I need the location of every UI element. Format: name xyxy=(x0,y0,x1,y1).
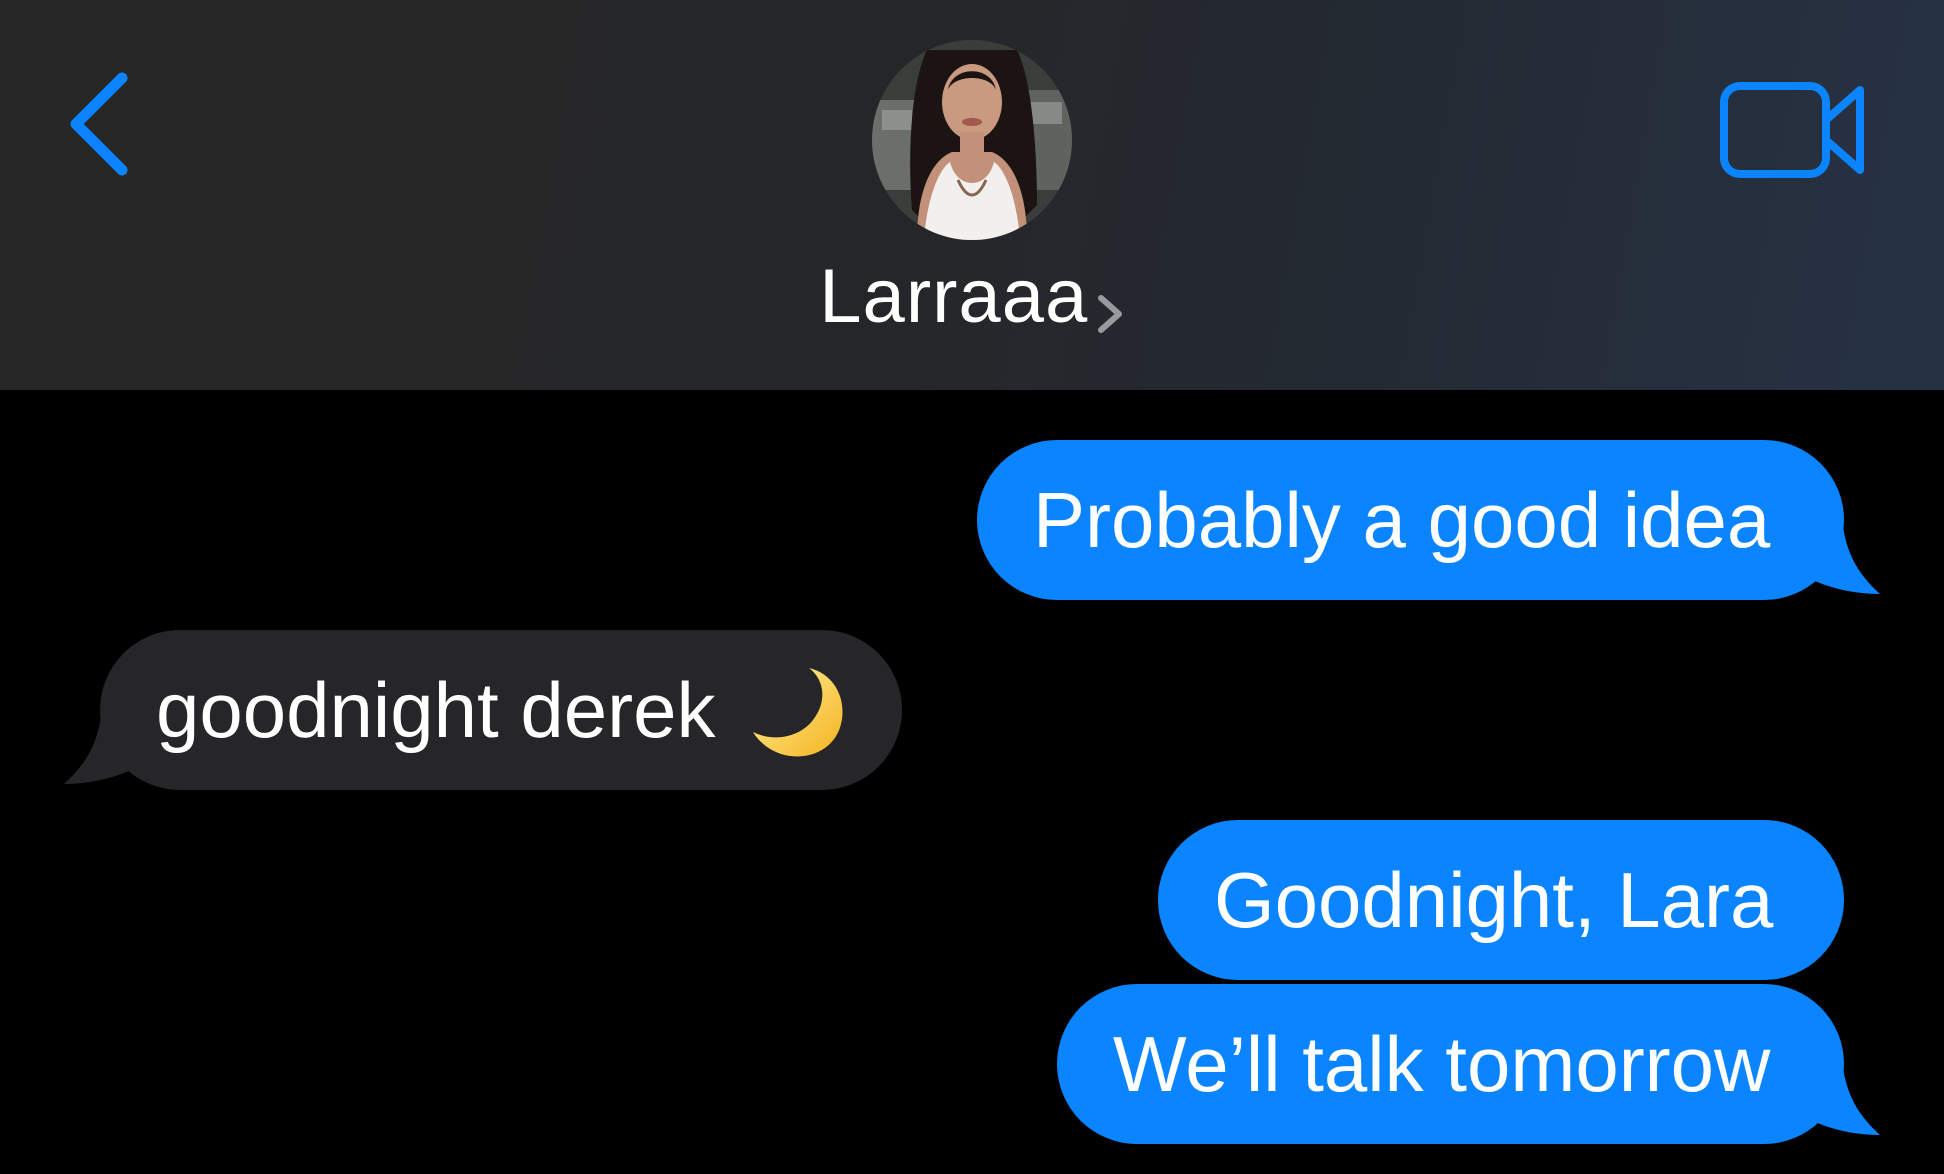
message-text: goodnight derek xyxy=(156,666,716,754)
avatar-photo xyxy=(872,40,1072,240)
contact-name-button[interactable]: Larraaa xyxy=(0,252,1944,342)
back-button[interactable] xyxy=(62,70,142,180)
contact-avatar[interactable] xyxy=(872,40,1072,240)
message-text: Probably a good idea xyxy=(1033,476,1771,564)
message-bubble-outgoing[interactable]: Goodnight, Lara xyxy=(1158,820,1844,980)
crescent-moon-emoji xyxy=(753,668,843,757)
message-text: Goodnight, Lara xyxy=(1214,856,1774,944)
chevron-left-icon xyxy=(70,72,128,176)
chevron-right-icon xyxy=(1097,294,1122,333)
video-camera-icon xyxy=(1720,82,1864,178)
contact-name: Larraaa xyxy=(819,254,1089,339)
message-bubble-outgoing[interactable]: We’ll talk tomorrow xyxy=(1057,984,1844,1144)
conversation-header: Larraaa xyxy=(0,0,1944,390)
message-text: We’ll talk tomorrow xyxy=(1113,1020,1771,1108)
facetime-video-button[interactable] xyxy=(1718,78,1868,182)
message-bubble-outgoing[interactable]: Probably a good idea xyxy=(977,440,1844,600)
message-bubble-incoming[interactable]: goodnight derek xyxy=(100,630,902,790)
